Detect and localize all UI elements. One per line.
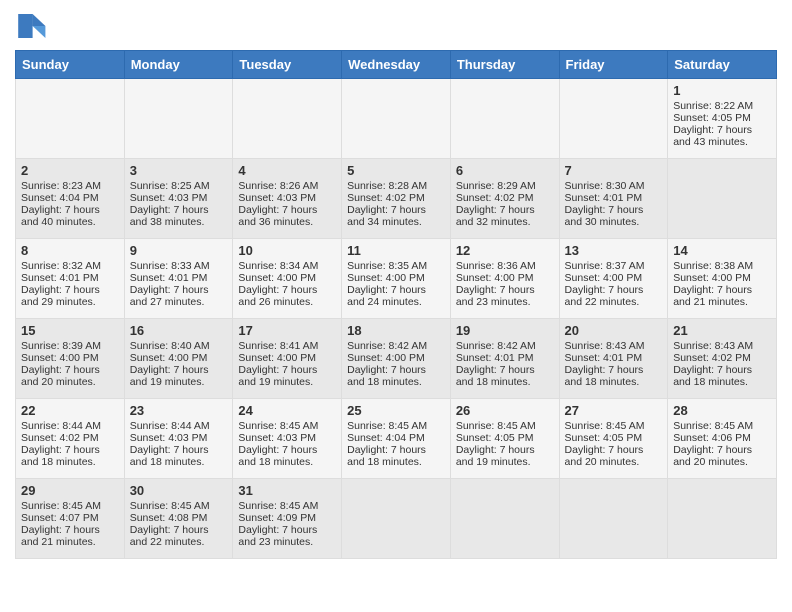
calendar-cell: 9Sunrise: 8:33 AMSunset: 4:01 PMDaylight… (124, 239, 233, 319)
calendar-cell: 29Sunrise: 8:45 AMSunset: 4:07 PMDayligh… (16, 479, 125, 559)
calendar-cell: 20Sunrise: 8:43 AMSunset: 4:01 PMDayligh… (559, 319, 668, 399)
day-header: Saturday (668, 51, 777, 79)
calendar-cell: 14Sunrise: 8:38 AMSunset: 4:00 PMDayligh… (668, 239, 777, 319)
calendar-cell: 30Sunrise: 8:45 AMSunset: 4:08 PMDayligh… (124, 479, 233, 559)
header (15, 10, 777, 42)
calendar-week: 29Sunrise: 8:45 AMSunset: 4:07 PMDayligh… (16, 479, 777, 559)
calendar-cell: 8Sunrise: 8:32 AMSunset: 4:01 PMDaylight… (16, 239, 125, 319)
calendar-cell: 2Sunrise: 8:23 AMSunset: 4:04 PMDaylight… (16, 159, 125, 239)
calendar-cell: 11Sunrise: 8:35 AMSunset: 4:00 PMDayligh… (342, 239, 451, 319)
calendar-week: 22Sunrise: 8:44 AMSunset: 4:02 PMDayligh… (16, 399, 777, 479)
day-header: Wednesday (342, 51, 451, 79)
header-row: SundayMondayTuesdayWednesdayThursdayFrid… (16, 51, 777, 79)
calendar-week: 15Sunrise: 8:39 AMSunset: 4:00 PMDayligh… (16, 319, 777, 399)
calendar-cell: 4Sunrise: 8:26 AMSunset: 4:03 PMDaylight… (233, 159, 342, 239)
calendar-cell: 18Sunrise: 8:42 AMSunset: 4:00 PMDayligh… (342, 319, 451, 399)
calendar-cell: 26Sunrise: 8:45 AMSunset: 4:05 PMDayligh… (450, 399, 559, 479)
calendar-cell (450, 479, 559, 559)
logo-icon (15, 10, 47, 42)
logo (15, 10, 51, 42)
calendar-cell: 7Sunrise: 8:30 AMSunset: 4:01 PMDaylight… (559, 159, 668, 239)
calendar-cell: 6Sunrise: 8:29 AMSunset: 4:02 PMDaylight… (450, 159, 559, 239)
calendar-cell (668, 479, 777, 559)
empty-cell (559, 79, 668, 159)
empty-cell (16, 79, 125, 159)
calendar-cell: 31Sunrise: 8:45 AMSunset: 4:09 PMDayligh… (233, 479, 342, 559)
day-header: Monday (124, 51, 233, 79)
calendar-cell (342, 479, 451, 559)
calendar-cell: 3Sunrise: 8:25 AMSunset: 4:03 PMDaylight… (124, 159, 233, 239)
calendar-cell (559, 479, 668, 559)
empty-cell (342, 79, 451, 159)
calendar-cell: 28Sunrise: 8:45 AMSunset: 4:06 PMDayligh… (668, 399, 777, 479)
day-header: Sunday (16, 51, 125, 79)
calendar-cell: 22Sunrise: 8:44 AMSunset: 4:02 PMDayligh… (16, 399, 125, 479)
calendar-cell: 23Sunrise: 8:44 AMSunset: 4:03 PMDayligh… (124, 399, 233, 479)
empty-cell (450, 79, 559, 159)
day-header: Tuesday (233, 51, 342, 79)
calendar-cell: 1Sunrise: 8:22 AMSunset: 4:05 PMDaylight… (668, 79, 777, 159)
empty-cell (124, 79, 233, 159)
empty-cell (233, 79, 342, 159)
calendar-cell: 24Sunrise: 8:45 AMSunset: 4:03 PMDayligh… (233, 399, 342, 479)
calendar-cell: 15Sunrise: 8:39 AMSunset: 4:00 PMDayligh… (16, 319, 125, 399)
calendar-table: SundayMondayTuesdayWednesdayThursdayFrid… (15, 50, 777, 559)
calendar-cell: 27Sunrise: 8:45 AMSunset: 4:05 PMDayligh… (559, 399, 668, 479)
calendar-cell: 10Sunrise: 8:34 AMSunset: 4:00 PMDayligh… (233, 239, 342, 319)
calendar-cell: 5Sunrise: 8:28 AMSunset: 4:02 PMDaylight… (342, 159, 451, 239)
day-header: Thursday (450, 51, 559, 79)
day-header: Friday (559, 51, 668, 79)
calendar-cell: 19Sunrise: 8:42 AMSunset: 4:01 PMDayligh… (450, 319, 559, 399)
calendar-cell (668, 159, 777, 239)
calendar-week: 2Sunrise: 8:23 AMSunset: 4:04 PMDaylight… (16, 159, 777, 239)
calendar-cell: 25Sunrise: 8:45 AMSunset: 4:04 PMDayligh… (342, 399, 451, 479)
calendar-cell: 12Sunrise: 8:36 AMSunset: 4:00 PMDayligh… (450, 239, 559, 319)
calendar-week: 8Sunrise: 8:32 AMSunset: 4:01 PMDaylight… (16, 239, 777, 319)
calendar-cell: 13Sunrise: 8:37 AMSunset: 4:00 PMDayligh… (559, 239, 668, 319)
calendar-cell: 21Sunrise: 8:43 AMSunset: 4:02 PMDayligh… (668, 319, 777, 399)
calendar-week: 1Sunrise: 8:22 AMSunset: 4:05 PMDaylight… (16, 79, 777, 159)
calendar-cell: 16Sunrise: 8:40 AMSunset: 4:00 PMDayligh… (124, 319, 233, 399)
calendar-cell: 17Sunrise: 8:41 AMSunset: 4:00 PMDayligh… (233, 319, 342, 399)
